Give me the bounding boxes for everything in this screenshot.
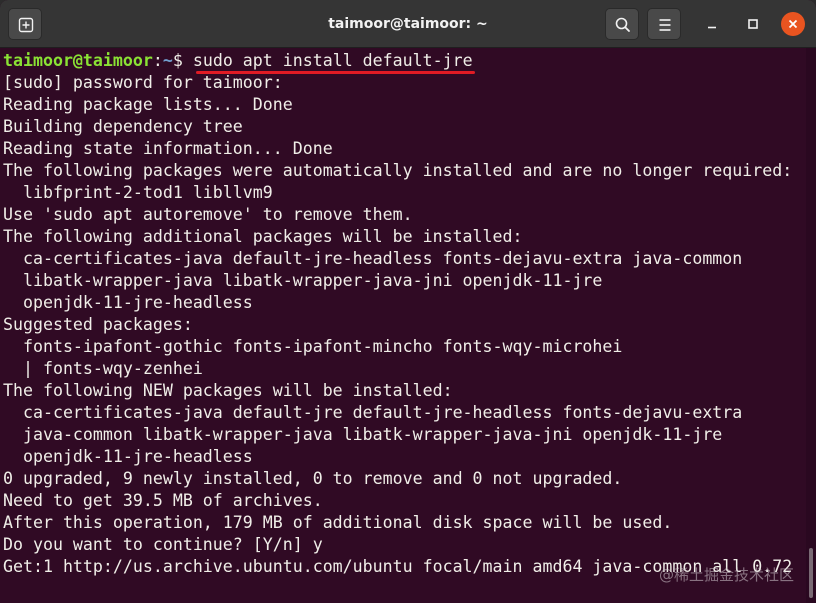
- output-line: Use 'sudo apt autoremove' to remove them…: [3, 205, 413, 224]
- output-line: libatk-wrapper-java libatk-wrapper-java-…: [3, 271, 603, 290]
- output-line: Suggested packages:: [3, 315, 193, 334]
- output-line: Need to get 39.5 MB of archives.: [3, 491, 323, 510]
- prompt-path: ~: [162, 51, 173, 70]
- title-bar: taimoor@taimoor: ~: [0, 0, 816, 48]
- hamburger-menu-icon: [659, 19, 671, 31]
- output-line: libfprint-2-tod1 libllvm9: [3, 183, 273, 202]
- output-line: [sudo] password for taimoor:: [3, 73, 283, 92]
- output-line: java-common libatk-wrapper-java libatk-w…: [3, 425, 723, 444]
- maximize-button[interactable]: [741, 12, 765, 36]
- output-line: The following packages were automaticall…: [3, 161, 793, 180]
- new-tab-icon: [18, 17, 34, 33]
- terminal-window: taimoor@taimoor: ~ taimoor@taimoor:~$ su…: [0, 0, 816, 603]
- search-icon: [615, 17, 630, 32]
- output-line: After this operation, 179 MB of addition…: [3, 513, 673, 532]
- prompt-dollar: $: [172, 51, 193, 70]
- new-tab-button[interactable]: [8, 8, 42, 40]
- output-line: | fonts-wqy-zenhei: [3, 359, 203, 378]
- minimize-button[interactable]: [700, 12, 724, 36]
- close-icon: [788, 19, 798, 29]
- output-line: ca-certificates-java default-jre-headles…: [3, 249, 743, 268]
- typed-command: sudo apt install default-jre: [192, 51, 473, 70]
- command-highlight-underline: [196, 71, 475, 74]
- scrollbar-thumb[interactable]: [809, 548, 813, 598]
- prompt-user-host: taimoor@taimoor: [3, 51, 153, 70]
- terminal-output: taimoor@taimoor:~$ sudo apt install defa…: [3, 50, 792, 578]
- minimize-icon: [708, 26, 716, 29]
- terminal-area[interactable]: taimoor@taimoor:~$ sudo apt install defa…: [0, 48, 806, 603]
- command-line: taimoor@taimoor:~$ sudo apt install defa…: [3, 50, 792, 72]
- window-title: taimoor@taimoor: ~: [328, 16, 488, 32]
- output-line: ca-certificates-java default-jre default…: [3, 403, 743, 422]
- output-line: 0 upgraded, 9 newly installed, 0 to remo…: [3, 469, 623, 488]
- menu-button[interactable]: [647, 8, 681, 40]
- output-line: openjdk-11-jre-headless: [3, 293, 253, 312]
- output-line: Reading state information... Done: [3, 139, 333, 158]
- output-line: openjdk-11-jre-headless: [3, 447, 253, 466]
- output-line: The following NEW packages will be insta…: [3, 381, 453, 400]
- output-line: fonts-ipafont-gothic fonts-ipafont-minch…: [3, 337, 623, 356]
- close-button[interactable]: [781, 12, 805, 36]
- output-line: Building dependency tree: [3, 117, 243, 136]
- output-line: Reading package lists... Done: [3, 95, 293, 114]
- output-line: The following additional packages will b…: [3, 227, 523, 246]
- maximize-icon: [748, 19, 758, 29]
- prompt-separator: :: [152, 51, 163, 70]
- scrollbar[interactable]: [806, 48, 816, 603]
- watermark: @稀土掘金技术社区: [658, 566, 794, 584]
- output-line: Do you want to continue? [Y/n] y: [3, 535, 323, 554]
- search-button[interactable]: [605, 8, 639, 40]
